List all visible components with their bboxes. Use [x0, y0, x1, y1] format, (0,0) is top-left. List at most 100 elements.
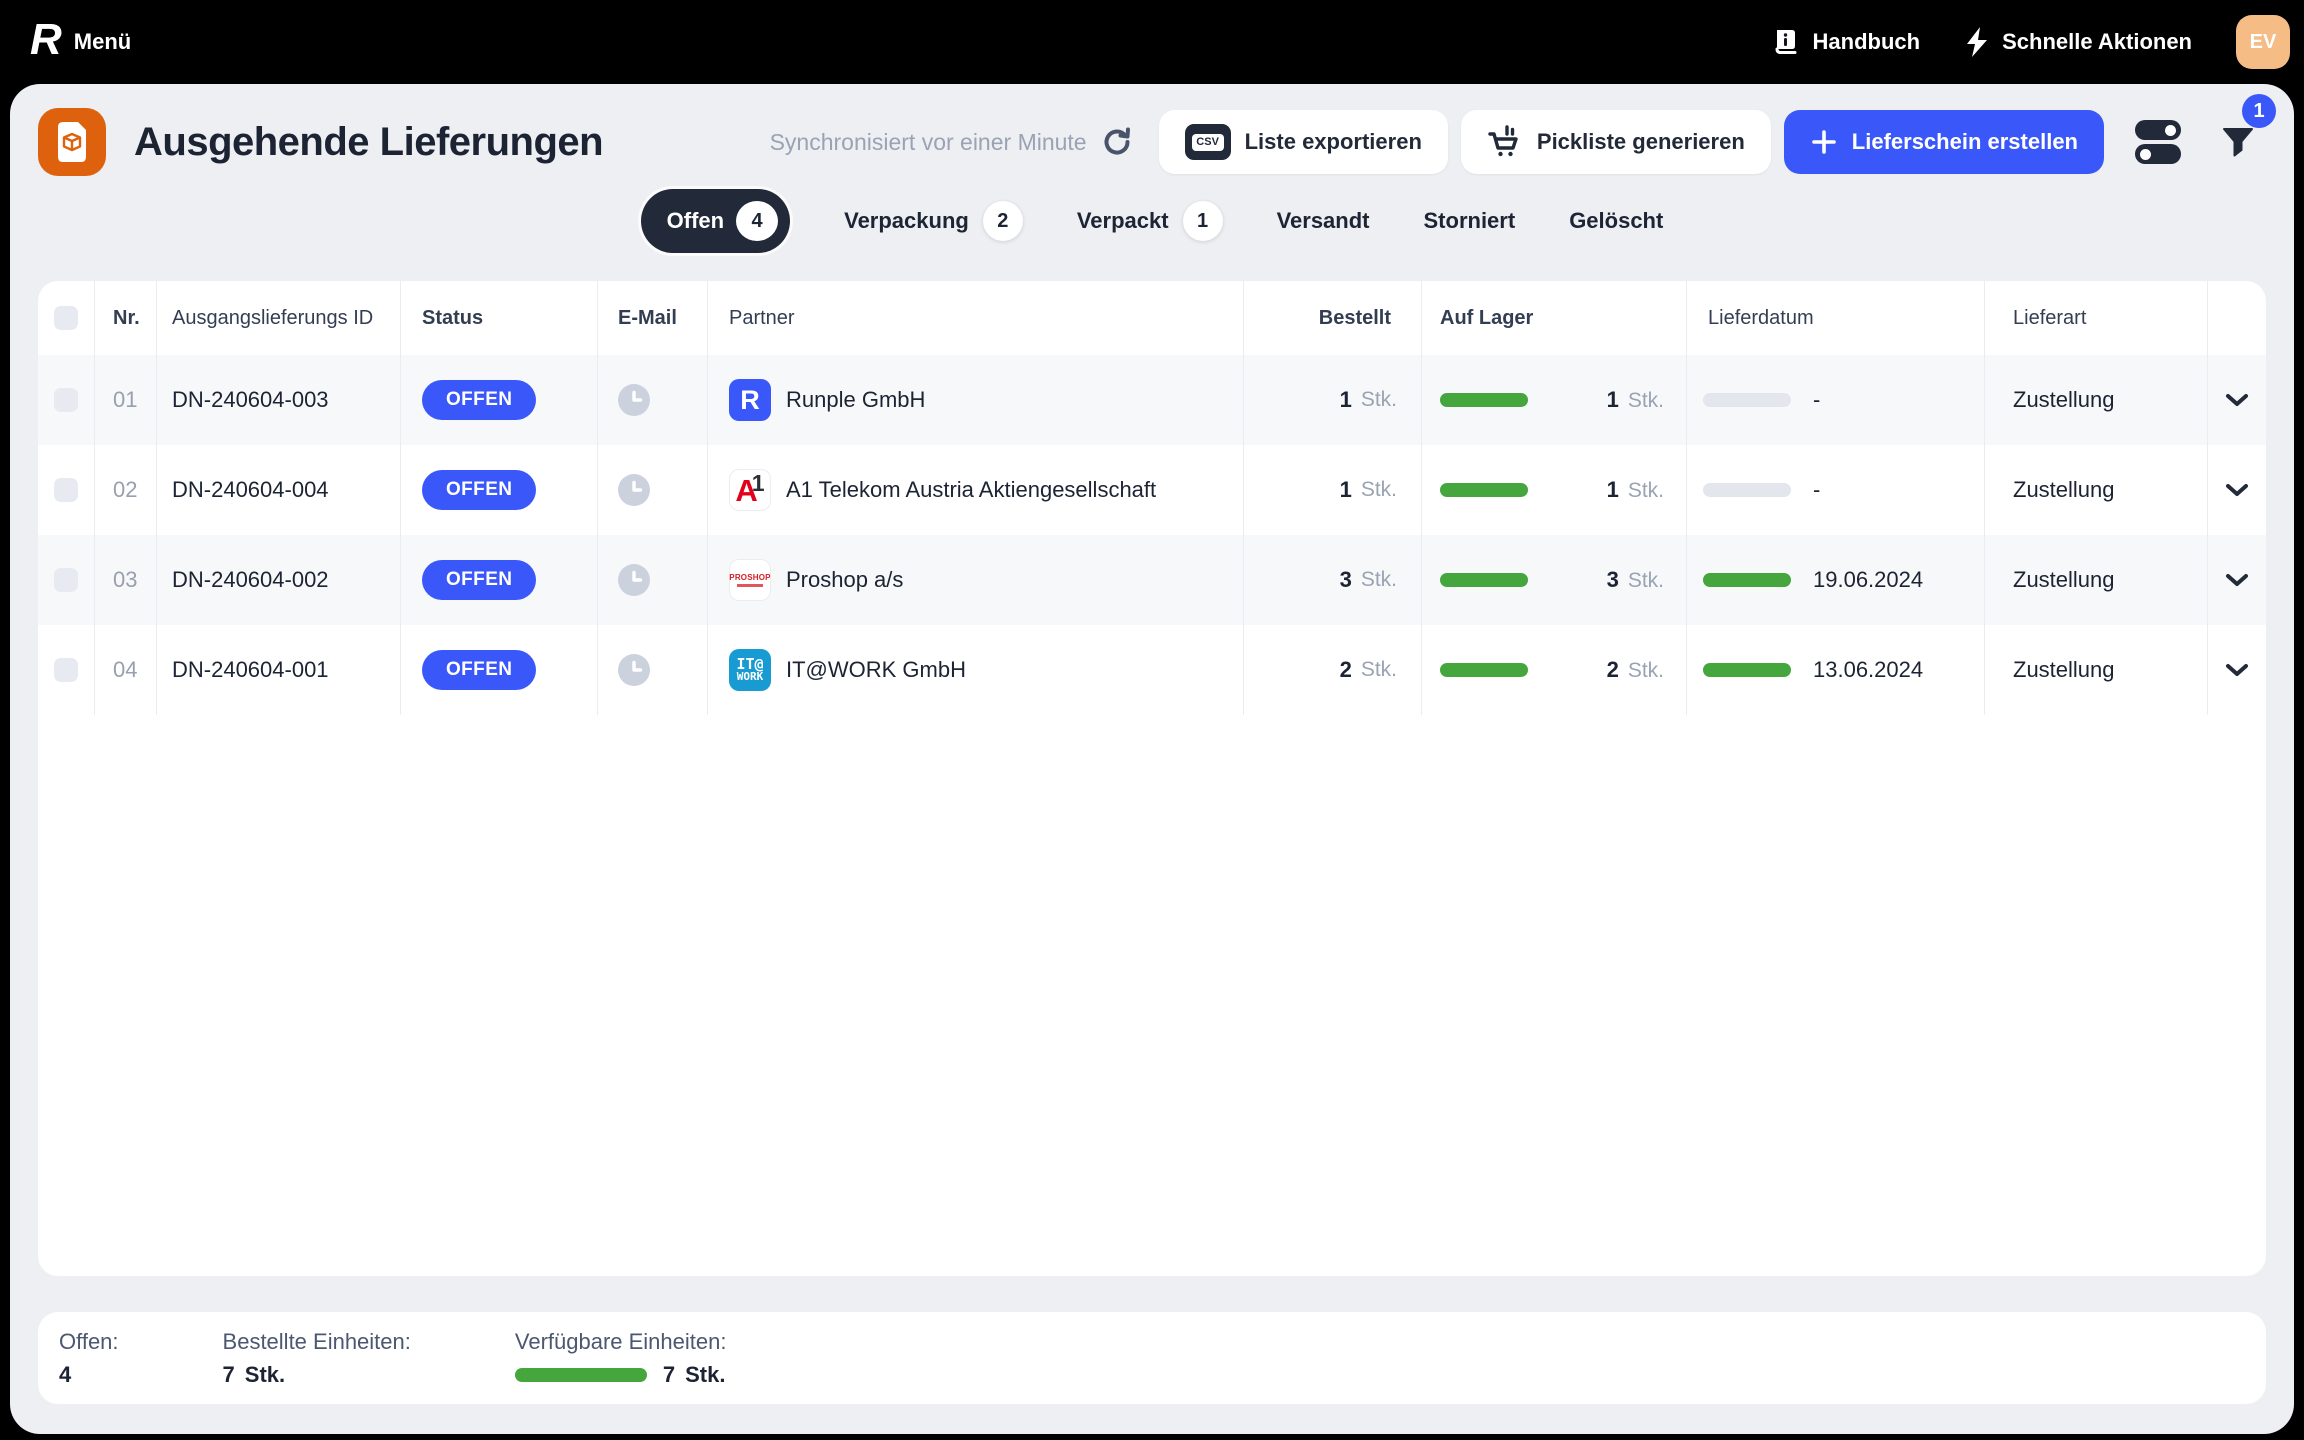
- email-pending-clock-icon: [618, 474, 650, 506]
- col-header-stock: Auf Lager: [1422, 281, 1687, 355]
- summary-ordered-units: Bestellte Einheiten: 7Stk.: [223, 1329, 411, 1388]
- table-header-row: Nr. Ausgangslieferungs ID Status E-Mail …: [38, 281, 2266, 355]
- delivery-date: -: [1813, 477, 1820, 503]
- tab-verpackt[interactable]: Verpackt 1: [1077, 201, 1223, 241]
- col-header-email: E-Mail: [598, 281, 708, 355]
- plus-icon: [1810, 128, 1838, 156]
- filter-funnel-icon: [2221, 126, 2255, 158]
- tab-label: Gelöscht: [1569, 208, 1663, 234]
- delivery-type: Zustellung: [1985, 445, 2208, 535]
- quick-actions-button[interactable]: Schnelle Aktionen: [1964, 26, 2192, 58]
- col-header-status: Status: [401, 281, 598, 355]
- tab-geloescht[interactable]: Gelöscht: [1569, 208, 1663, 234]
- unit-label: Stk.: [1361, 658, 1397, 682]
- runple-logo-icon: R: [30, 18, 62, 62]
- row-number: 03: [95, 535, 157, 625]
- tab-versandt[interactable]: Versandt: [1277, 208, 1370, 234]
- stock-progress-bar: [1440, 393, 1528, 407]
- menu-label: Menü: [74, 29, 131, 55]
- col-header-type: Lieferart: [1985, 281, 2208, 355]
- summary-open: Offen: 4: [59, 1329, 119, 1388]
- summary-ordered-value: 7: [223, 1362, 235, 1388]
- stock-qty: 2: [1607, 657, 1619, 683]
- chevron-down-icon[interactable]: [2224, 662, 2250, 678]
- tab-storniert[interactable]: Storniert: [1424, 208, 1516, 234]
- ordered-qty: 1: [1340, 477, 1352, 503]
- user-avatar[interactable]: EV: [2236, 15, 2290, 69]
- delivery-id: DN-240604-001: [157, 625, 401, 715]
- row-number: 01: [95, 355, 157, 445]
- generate-picklist-label: Pickliste generieren: [1537, 129, 1745, 155]
- stock-qty: 1: [1607, 387, 1619, 413]
- row-number: 04: [95, 625, 157, 715]
- page-header: Ausgehende Lieferungen Synchronisiert vo…: [38, 108, 2264, 176]
- partner-name: Runple GmbH: [786, 387, 925, 413]
- row-checkbox[interactable]: [54, 388, 78, 412]
- col-header-nr: Nr.: [95, 281, 157, 355]
- tab-label: Storniert: [1424, 208, 1516, 234]
- unit-label: Stk.: [1361, 478, 1397, 502]
- page-title: Ausgehende Lieferungen: [134, 120, 603, 165]
- summary-open-value: 4: [59, 1362, 71, 1388]
- partner-name: IT@WORK GmbH: [786, 657, 966, 683]
- refresh-icon[interactable]: [1101, 126, 1133, 158]
- sync-status-text: Synchronisiert vor einer Minute: [770, 129, 1087, 156]
- generate-picklist-button[interactable]: Pickliste generieren: [1461, 110, 1771, 174]
- table-row[interactable]: 04 DN-240604-001 OFFEN IT@WORK IT@WORK G…: [38, 625, 2266, 715]
- chevron-down-icon[interactable]: [2224, 392, 2250, 408]
- main-menu-button[interactable]: R Menü: [30, 20, 131, 64]
- tab-offen[interactable]: Offen 4: [641, 189, 790, 253]
- tab-verpackung[interactable]: Verpackung 2: [844, 201, 1023, 241]
- stock-progress-bar: [1440, 573, 1528, 587]
- filter-count-badge: 1: [2242, 94, 2276, 128]
- tab-count-badge: 4: [736, 201, 778, 241]
- create-delivery-note-button[interactable]: Lieferschein erstellen: [1784, 110, 2104, 174]
- email-pending-clock-icon: [618, 564, 650, 596]
- unit-label: Stk.: [1628, 659, 1664, 683]
- partner-name: Proshop a/s: [786, 567, 903, 593]
- outgoing-deliveries-page: Ausgehende Lieferungen Synchronisiert vo…: [10, 84, 2294, 1434]
- chevron-down-icon[interactable]: [2224, 482, 2250, 498]
- date-progress-bar: [1703, 393, 1791, 407]
- export-list-button[interactable]: CSV Liste exportieren: [1159, 110, 1448, 174]
- partner-name: A1 Telekom Austria Aktiengesellschaft: [786, 477, 1156, 503]
- table-row[interactable]: 02 DN-240604-004 OFFEN A1 A1 Telekom Aus…: [38, 445, 2266, 535]
- summary-footer: Offen: 4 Bestellte Einheiten: 7Stk. Verf…: [38, 1312, 2266, 1404]
- book-info-icon: [1771, 27, 1801, 57]
- ordered-qty: 1: [1340, 387, 1352, 413]
- handbook-button[interactable]: Handbuch: [1771, 27, 1921, 57]
- view-settings-button[interactable]: [2132, 110, 2184, 174]
- delivery-id: DN-240604-003: [157, 355, 401, 445]
- stock-progress-bar: [1440, 483, 1528, 497]
- available-progress-bar: [515, 1368, 647, 1382]
- status-badge: OFFEN: [422, 560, 536, 600]
- table-row[interactable]: 01 DN-240604-003 OFFEN R Runple GmbH 1St…: [38, 355, 2266, 445]
- quick-actions-label: Schnelle Aktionen: [2002, 29, 2192, 55]
- delivery-date: -: [1813, 387, 1820, 413]
- status-badge: OFFEN: [422, 470, 536, 510]
- unit-label: Stk.: [1361, 568, 1397, 592]
- tab-label: Verpackung: [844, 208, 969, 234]
- row-checkbox[interactable]: [54, 658, 78, 682]
- row-checkbox[interactable]: [54, 478, 78, 502]
- col-header-id: Ausgangslieferungs ID: [157, 281, 401, 355]
- deliveries-table: Nr. Ausgangslieferungs ID Status E-Mail …: [38, 281, 2266, 1276]
- create-delivery-note-label: Lieferschein erstellen: [1852, 129, 2078, 155]
- csv-icon: CSV: [1185, 124, 1231, 160]
- delivery-type: Zustellung: [1985, 625, 2208, 715]
- topbar: R Menü Handbuch Schnelle Aktionen EV: [0, 0, 2304, 84]
- unit-label: Stk.: [245, 1362, 285, 1388]
- status-tabs: Offen 4 Verpackung 2 Verpackt 1 Versandt…: [10, 189, 2294, 253]
- filter-button[interactable]: 1: [2212, 110, 2264, 174]
- date-progress-bar: [1703, 573, 1791, 587]
- tab-label: Offen: [667, 208, 724, 234]
- col-header-date: Lieferdatum: [1687, 281, 1985, 355]
- delivery-date: 19.06.2024: [1813, 567, 1923, 593]
- table-row[interactable]: 03 DN-240604-002 OFFEN PROSHOP Proshop a…: [38, 535, 2266, 625]
- row-checkbox[interactable]: [54, 568, 78, 592]
- email-pending-clock-icon: [618, 384, 650, 416]
- summary-available-value: 7: [663, 1362, 675, 1388]
- summary-available-units: Verfügbare Einheiten: 7Stk.: [515, 1329, 727, 1388]
- chevron-down-icon[interactable]: [2224, 572, 2250, 588]
- select-all-checkbox[interactable]: [54, 306, 78, 330]
